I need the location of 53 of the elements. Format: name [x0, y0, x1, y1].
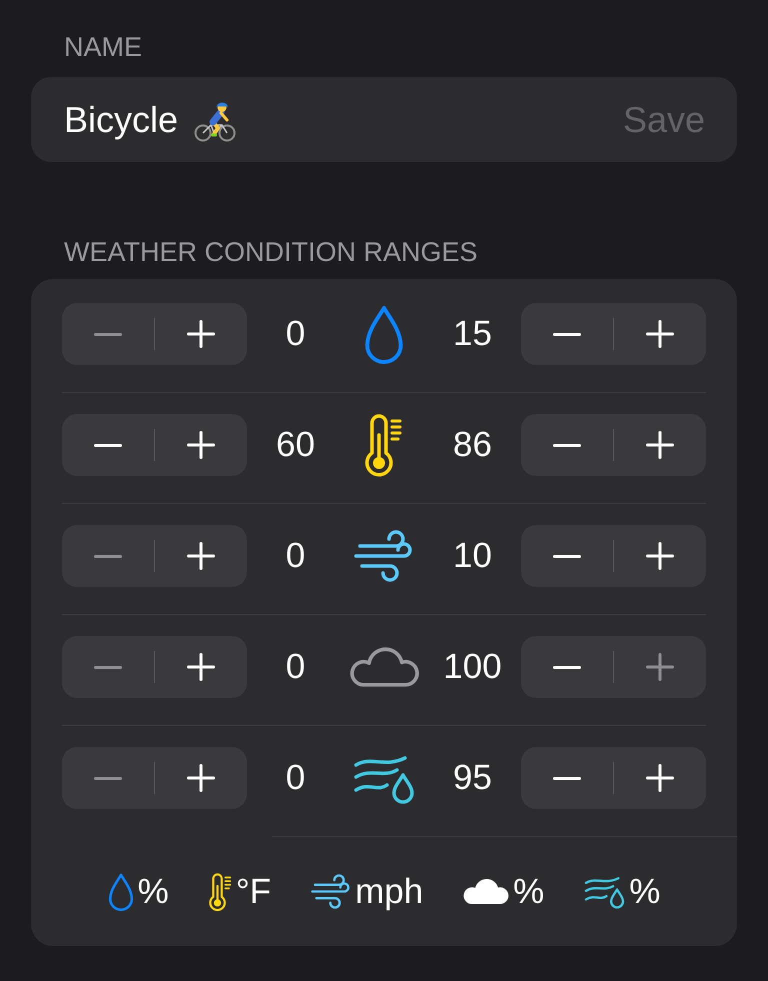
max-value: 95 [453, 758, 492, 798]
min-value: 60 [276, 425, 315, 465]
wind-icon [311, 874, 352, 909]
max-value: 100 [443, 647, 502, 687]
minus-icon [94, 332, 122, 336]
plus-icon [646, 653, 674, 681]
minus-icon [553, 554, 581, 558]
plus-icon [187, 542, 215, 570]
stepper[interactable] [62, 414, 247, 476]
stepper[interactable] [521, 525, 706, 587]
unit-label: % [629, 872, 660, 912]
section-header: NAME [63, 31, 142, 63]
min-value: 0 [286, 758, 306, 798]
wind-icon [354, 530, 414, 582]
plus-icon [646, 542, 674, 570]
stepper[interactable] [521, 747, 706, 809]
plus-icon [646, 431, 674, 459]
max-value: 10 [453, 536, 492, 576]
cloud-icon [350, 647, 418, 687]
unit-label: % [138, 872, 169, 912]
thermometer-icon [365, 413, 403, 477]
cloud-icon [463, 878, 510, 905]
minus-icon [94, 444, 122, 446]
plus-icon [187, 431, 215, 459]
unit-label: mph [355, 872, 424, 912]
stepper[interactable] [521, 303, 706, 365]
plus-icon [187, 653, 215, 681]
plus-icon [646, 320, 674, 348]
max-value: 15 [453, 314, 492, 354]
thermometer-icon [208, 872, 232, 912]
minus-icon [553, 776, 581, 780]
drop-icon [364, 304, 404, 364]
name-value: Bicycle [64, 98, 178, 140]
minus-icon [553, 666, 581, 668]
minus-icon [553, 332, 581, 336]
min-value: 0 [286, 314, 306, 354]
wind-drop-icon [584, 874, 626, 909]
minus-icon [94, 554, 122, 558]
plus-icon [646, 764, 674, 792]
min-value: 0 [286, 647, 306, 687]
max-value: 86 [453, 425, 492, 465]
plus-icon [187, 320, 215, 348]
unit-label: % [513, 872, 544, 912]
plus-icon [187, 764, 215, 792]
stepper[interactable] [521, 414, 706, 476]
unit-label: °F [236, 872, 272, 912]
minus-icon [94, 776, 122, 780]
minus-icon [553, 444, 581, 446]
section-header: WEATHER CONDITION RANGES [63, 236, 478, 268]
drop-icon [108, 872, 134, 910]
minus-icon [94, 666, 122, 668]
min-value: 0 [286, 536, 306, 576]
name-field[interactable]: Bicycle Save [31, 77, 737, 162]
